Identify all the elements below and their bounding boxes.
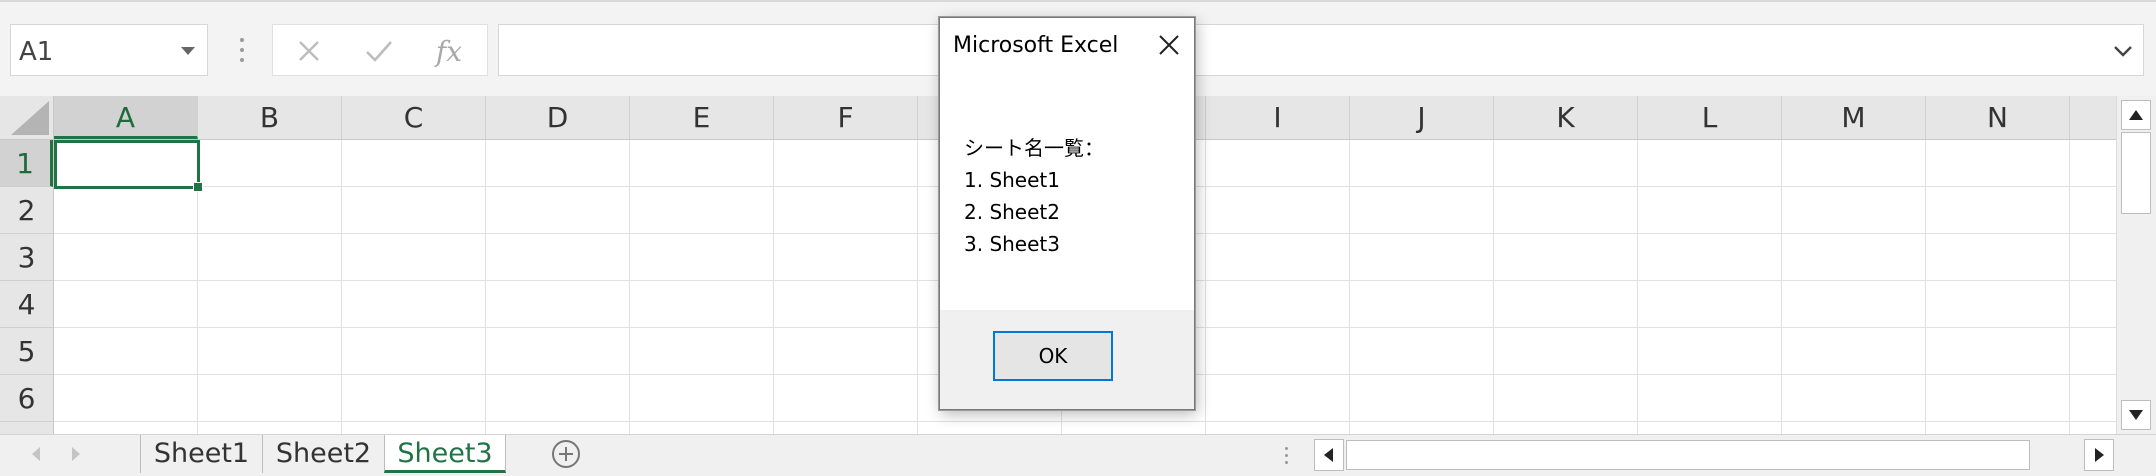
triangle-up-icon (2129, 110, 2143, 120)
cancel-x-icon[interactable] (289, 33, 329, 69)
formula-input[interactable] (498, 24, 2144, 76)
column-header-c[interactable]: C (342, 96, 486, 139)
sheet-tab-1[interactable]: Sheet1 (140, 435, 262, 473)
column-header-j[interactable]: J (1350, 96, 1494, 139)
fx-icon[interactable]: fx (429, 33, 469, 69)
column-header-e[interactable]: E (630, 96, 774, 139)
triangle-icon (11, 101, 49, 135)
sheet-tab-2[interactable]: Sheet2 (262, 435, 384, 473)
active-cell-a1[interactable] (54, 140, 203, 192)
add-sheet-icon[interactable] (552, 440, 580, 468)
dialog-title: Microsoft Excel (953, 33, 1119, 58)
fill-handle[interactable] (193, 182, 203, 192)
row-header-2[interactable]: 2 (0, 187, 53, 234)
sheet-tab-bar: Sheet1 Sheet2 Sheet3 (0, 434, 2156, 476)
check-icon[interactable] (359, 33, 399, 69)
column-header-b[interactable]: B (198, 96, 342, 139)
more-vertical-icon[interactable] (234, 32, 250, 68)
triangle-right-icon[interactable] (72, 447, 80, 461)
dialog-message-line: 1. Sheet1 (964, 168, 1060, 192)
row-header-3[interactable]: 3 (0, 234, 53, 281)
vertical-scroll-thumb[interactable] (2121, 132, 2151, 214)
column-header-n[interactable]: N (1926, 96, 2070, 139)
column-header-l[interactable]: L (1638, 96, 1782, 139)
triangle-left-icon[interactable] (32, 447, 40, 461)
horizontal-scrollbar[interactable] (1314, 439, 2114, 471)
row-header-6[interactable]: 6 (0, 375, 53, 422)
triangle-down-icon (2129, 410, 2143, 420)
triangle-right-icon[interactable] (2084, 439, 2114, 471)
chevron-down-icon[interactable] (2111, 39, 2135, 63)
row-header-5[interactable]: 5 (0, 328, 53, 375)
row-header-4[interactable]: 4 (0, 281, 53, 328)
horizontal-scroll-thumb[interactable] (1346, 440, 2030, 470)
triangle-left-icon[interactable] (1314, 439, 1344, 471)
row-headers: 123456 (0, 140, 54, 434)
ok-button[interactable]: OK (993, 331, 1113, 381)
message-dialog: Microsoft Excel シート名一覧： 1. Sheet1 2. Sheet… (939, 17, 1195, 410)
column-header-m[interactable]: M (1782, 96, 1926, 139)
column-header-a[interactable]: A (54, 96, 198, 139)
column-header-i[interactable]: I (1206, 96, 1350, 139)
dialog-message: シート名一覧： 1. Sheet1 2. Sheet2 3. Sheet3 (964, 132, 1104, 260)
select-all-corner[interactable] (0, 96, 54, 140)
row-header-1[interactable]: 1 (0, 140, 53, 187)
name-box-value: A1 (19, 37, 54, 67)
excel-window: A1 fx ABCDEFGHIJKLMN 123456 (0, 0, 2156, 476)
sheet-tab-3[interactable]: Sheet3 (384, 435, 506, 473)
formula-actions: fx (272, 24, 488, 76)
more-vertical-icon[interactable] (1284, 445, 1290, 465)
chevron-down-icon[interactable] (181, 47, 195, 55)
column-header-k[interactable]: K (1494, 96, 1638, 139)
scroll-down-button[interactable] (2121, 400, 2151, 430)
column-header-d[interactable]: D (486, 96, 630, 139)
name-box[interactable]: A1 (10, 24, 208, 76)
dialog-message-line: 2. Sheet2 (964, 200, 1060, 224)
scroll-up-button[interactable] (2121, 100, 2151, 130)
close-icon[interactable] (1154, 30, 1184, 60)
dialog-footer: OK (940, 310, 1194, 409)
vertical-scrollbar[interactable] (2116, 96, 2156, 434)
column-header-f[interactable]: F (774, 96, 918, 139)
dialog-message-line: シート名一覧： (964, 136, 1104, 160)
dialog-message-line: 3. Sheet3 (964, 232, 1060, 256)
